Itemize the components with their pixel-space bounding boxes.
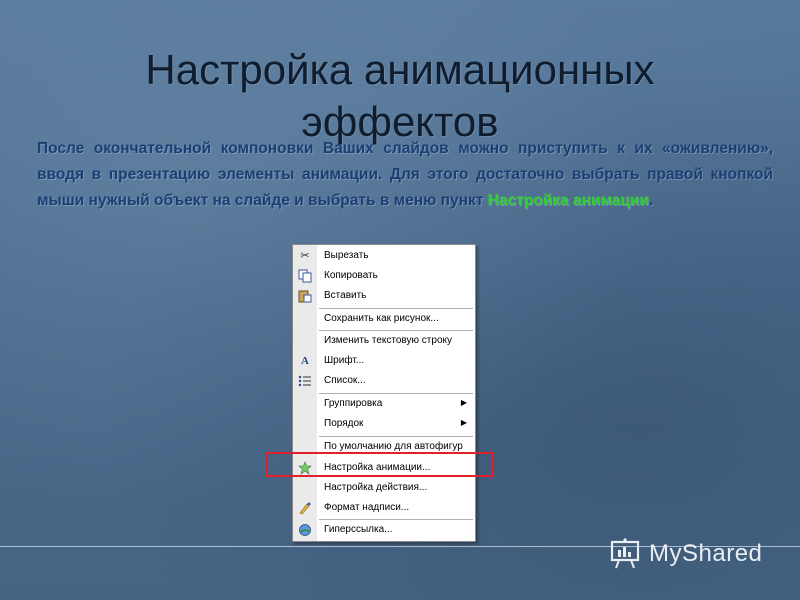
menu-item-label: Гиперссылка...: [324, 524, 393, 535]
slide-title: Настройка анимационных эффектов: [0, 44, 800, 148]
copy-icon: [298, 269, 312, 283]
list-icon: [298, 374, 312, 388]
menu-item-label: Вставить: [324, 290, 367, 301]
menu-item-label: Изменить текстовую строку: [324, 335, 452, 346]
menu-item-cut[interactable]: ✂ Вырезать: [293, 246, 475, 266]
paste-icon: [298, 289, 312, 303]
menu-item-order[interactable]: Порядок ▶: [293, 414, 475, 434]
slide-paragraph: После окончательной компоновки Ваших сла…: [37, 136, 773, 214]
font-icon: A: [301, 355, 309, 367]
menu-item-save-as-picture[interactable]: Сохранить как рисунок...: [293, 309, 475, 329]
menu-item-action-settings[interactable]: Настройка действия...: [293, 478, 475, 498]
menu-item-label: Список...: [324, 375, 366, 386]
submenu-arrow-icon: ▶: [460, 418, 467, 427]
menu-item-label: Настройка действия...: [324, 482, 428, 493]
submenu-arrow-icon: ▶: [460, 398, 467, 407]
menu-item-label: Копировать: [324, 270, 378, 281]
paragraph-end: .: [648, 192, 654, 209]
hyperlink-icon: [298, 523, 312, 537]
format-icon: [298, 501, 312, 515]
menu-item-font[interactable]: A Шрифт...: [293, 351, 475, 371]
menu-item-label: Сохранить как рисунок...: [324, 313, 439, 324]
watermark-logo: MyShared: [609, 536, 762, 572]
context-menu: ✂ Вырезать Копировать Вставить Сохранить…: [292, 244, 476, 542]
menu-item-grouping[interactable]: Группировка ▶: [293, 394, 475, 414]
paragraph-text: После окончательной компоновки Ваших сла…: [37, 140, 773, 209]
slide-title-line1: Настройка анимационных: [145, 46, 655, 93]
scissors-icon: ✂: [300, 250, 310, 262]
menu-item-hyperlink[interactable]: Гиперссылка...: [293, 520, 475, 540]
menu-item-label: Порядок: [324, 418, 364, 429]
menu-item-label: Шрифт...: [324, 355, 365, 366]
paragraph-highlight: Настройка анимации: [487, 192, 649, 209]
menu-item-edit-text[interactable]: Изменить текстовую строку: [293, 331, 475, 351]
watermark-text: MyShared: [649, 540, 763, 567]
presentation-board-icon: [609, 537, 643, 571]
menu-item-label: Вырезать: [324, 250, 369, 261]
menu-item-label: Группировка: [324, 398, 383, 409]
highlight-frame: [266, 452, 494, 477]
menu-item-label: По умолчанию для автофигур: [324, 441, 463, 452]
menu-item-list[interactable]: Список...: [293, 371, 475, 391]
menu-item-format-textbox[interactable]: Формат надписи...: [293, 498, 475, 518]
menu-item-copy[interactable]: Копировать: [293, 266, 475, 286]
menu-item-paste[interactable]: Вставить: [293, 286, 475, 306]
menu-item-label: Формат надписи...: [324, 502, 410, 513]
